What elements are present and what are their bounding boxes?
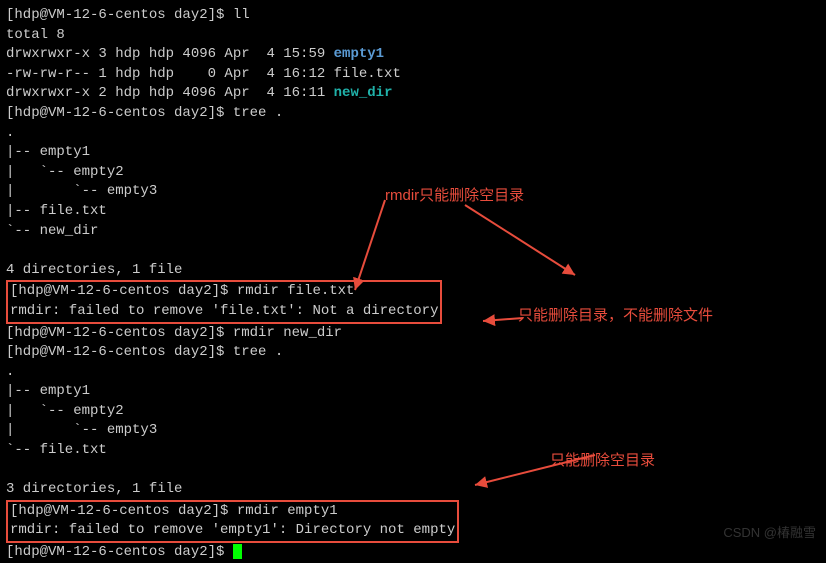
highlight-box-1: [hdp@VM-12-6-centos day2]$ rmdir file.tx… [6, 280, 442, 323]
output-line: -rw-rw-r-- 1 hdp hdp 0 Apr 4 16:12 file.… [6, 65, 820, 85]
prompt-line: [hdp@VM-12-6-centos day2]$ rmdir new_dir [6, 324, 820, 344]
prompt: [hdp@VM-12-6-centos day2]$ [10, 283, 237, 299]
command: rmdir new_dir [233, 325, 342, 341]
tree-line: | `-- empty3 [6, 421, 820, 441]
annotation-2: 只能删除目录，不能删除文件 [518, 305, 713, 326]
blank-line [6, 461, 820, 481]
tree-summary: 4 directories, 1 file [6, 261, 820, 281]
tree-line: |-- empty1 [6, 143, 820, 163]
command: tree . [233, 105, 283, 121]
annotation-3: 只能删除空目录 [550, 450, 655, 471]
command: rmdir empty1 [237, 503, 338, 519]
prompt-line: [hdp@VM-12-6-centos day2]$ tree . [6, 104, 820, 124]
prompt: [hdp@VM-12-6-centos day2]$ [6, 105, 233, 121]
tree-summary: 3 directories, 1 file [6, 480, 820, 500]
output-line: drwxrwxr-x 3 hdp hdp 4096 Apr 4 15:59 em… [6, 45, 820, 65]
annotation-1: rmdir只能删除空目录 [385, 185, 524, 206]
prompt: [hdp@VM-12-6-centos day2]$ [6, 325, 233, 341]
dir-name: empty1 [334, 46, 384, 62]
tree-line: | `-- empty2 [6, 402, 820, 422]
error-line: rmdir: failed to remove 'file.txt': Not … [10, 302, 438, 322]
output-line: total 8 [6, 26, 820, 46]
prompt-line: [hdp@VM-12-6-centos day2]$ tree . [6, 343, 820, 363]
cursor [233, 544, 242, 559]
command: tree . [233, 344, 283, 360]
prompt: [hdp@VM-12-6-centos day2]$ [6, 7, 233, 23]
perm-text: drwxrwxr-x 3 hdp hdp 4096 Apr 4 15:59 [6, 46, 334, 62]
prompt: [hdp@VM-12-6-centos day2]$ [10, 503, 237, 519]
tree-line: . [6, 363, 820, 383]
error-line: rmdir: failed to remove 'empty1': Direct… [10, 521, 455, 541]
highlight-box-2: [hdp@VM-12-6-centos day2]$ rmdir empty1 … [6, 500, 459, 543]
prompt-line: [hdp@VM-12-6-centos day2]$ rmdir file.tx… [10, 282, 438, 302]
output-line: drwxrwxr-x 2 hdp hdp 4096 Apr 4 16:11 ne… [6, 84, 820, 104]
terminal[interactable]: [hdp@VM-12-6-centos day2]$ ll total 8 dr… [6, 6, 820, 563]
command: rmdir file.txt [237, 283, 355, 299]
prompt-line: [hdp@VM-12-6-centos day2]$ rmdir empty1 [10, 502, 455, 522]
tree-line: `-- new_dir [6, 222, 820, 242]
blank-line [6, 241, 820, 261]
dir-name: new_dir [334, 85, 393, 101]
prompt: [hdp@VM-12-6-centos day2]$ [6, 344, 233, 360]
tree-line: . [6, 124, 820, 144]
prompt-line: [hdp@VM-12-6-centos day2]$ ll [6, 6, 820, 26]
tree-line: | `-- empty2 [6, 163, 820, 183]
perm-text: drwxrwxr-x 2 hdp hdp 4096 Apr 4 16:11 [6, 85, 334, 101]
prompt: [hdp@VM-12-6-centos day2]$ [6, 544, 233, 560]
prompt-line: [hdp@VM-12-6-centos day2]$ [6, 543, 820, 563]
tree-line: `-- file.txt [6, 441, 820, 461]
watermark: CSDN @椿融雪 [723, 524, 816, 542]
tree-line: |-- empty1 [6, 382, 820, 402]
command: ll [233, 7, 250, 23]
